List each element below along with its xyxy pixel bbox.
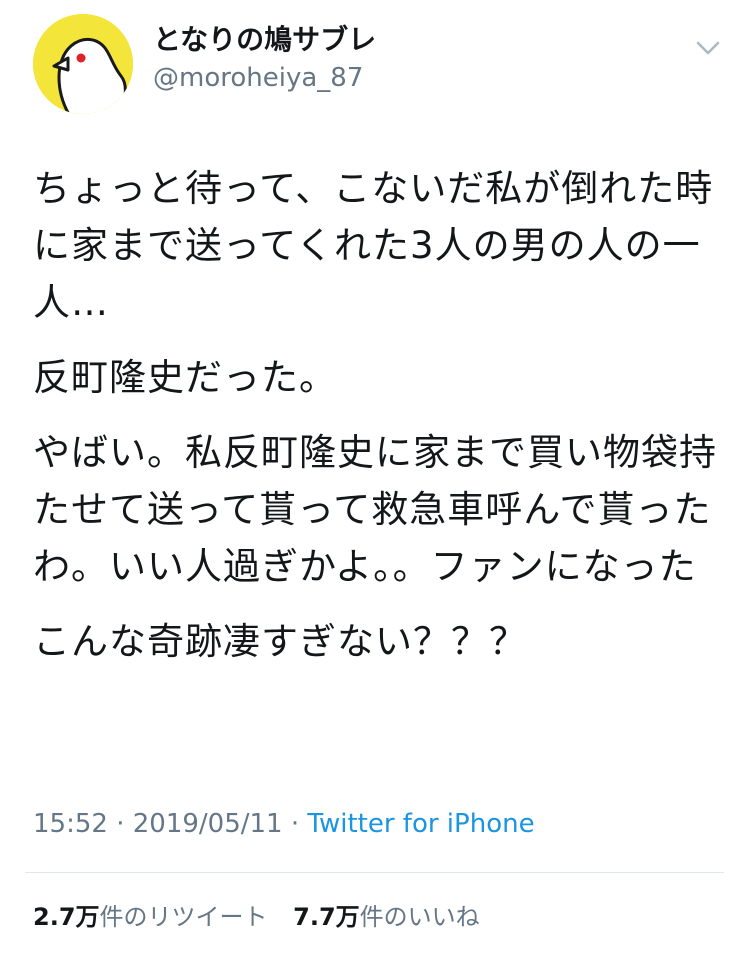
likes-count: 7.7万	[293, 903, 360, 931]
user-names: となりの鳩サブレ @moroheiya_87	[153, 22, 376, 96]
tweet-paragraph: 反町隆史だった。	[33, 356, 337, 399]
likes-label: 件のいいね	[359, 903, 480, 931]
tweet-meta: 15:52 · 2019/05/11 · Twitter for iPhone	[33, 806, 535, 842]
tweet-text: ちょっと待って、こないだ私が倒れた時に家まで送ってくれた3人の男の人の一人… 反…	[33, 160, 723, 688]
tweet-card: となりの鳩サブレ @moroheiya_87 ちょっと待って、こないだ私が倒れた…	[0, 0, 749, 961]
chevron-down-icon[interactable]	[693, 36, 723, 60]
tweet-paragraph: やばい。私反町隆史に家まで買い物袋持たせて送って貰って救急車呼んで貰ったわ。いい…	[33, 431, 717, 588]
tweet-paragraph: こんな奇跡凄すぎない？？？	[33, 620, 527, 663]
tweet-header: となりの鳩サブレ @moroheiya_87	[33, 14, 723, 114]
tweet-source-link[interactable]: Twitter for iPhone	[307, 809, 534, 839]
tweet-time[interactable]: 15:52	[33, 809, 108, 839]
retweets-count: 2.7万	[33, 903, 100, 931]
user-handle[interactable]: @moroheiya_87	[153, 60, 376, 96]
pigeon-avatar-icon	[33, 14, 133, 114]
meta-separator: ·	[290, 809, 308, 839]
tweet-date[interactable]: 2019/05/11	[133, 809, 283, 839]
display-name[interactable]: となりの鳩サブレ	[153, 22, 376, 58]
tweet-stats: 2.7万件のリツイート 7.7万件のいいね	[33, 900, 498, 934]
meta-separator: ·	[116, 809, 133, 839]
likes-stat[interactable]: 7.7万件のいいね	[293, 900, 480, 934]
retweets-label: 件のリツイート	[99, 903, 268, 931]
retweets-stat[interactable]: 2.7万件のリツイート	[33, 900, 268, 934]
avatar[interactable]	[33, 14, 133, 114]
divider	[25, 872, 724, 873]
tweet-paragraph: ちょっと待って、こないだ私が倒れた時に家まで送ってくれた3人の男の人の一人…	[33, 167, 714, 324]
